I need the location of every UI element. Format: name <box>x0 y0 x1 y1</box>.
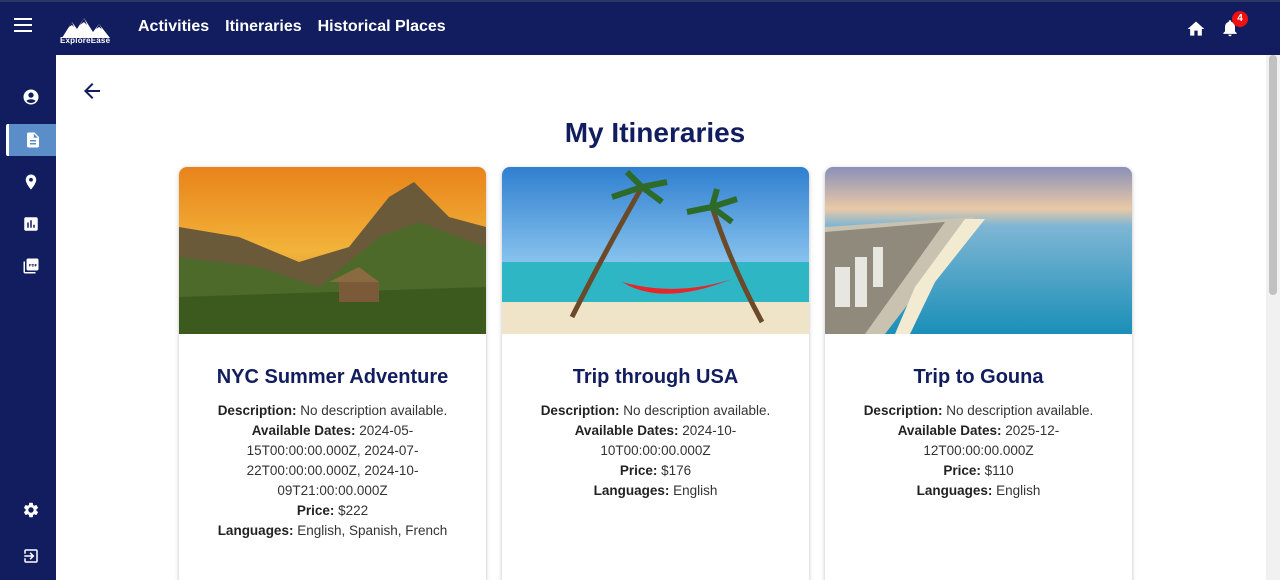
itinerary-image <box>179 167 486 334</box>
description-value: No description available. <box>300 403 448 418</box>
description-label: Description: <box>540 403 620 418</box>
itinerary-image <box>825 167 1132 334</box>
card-actions <box>179 575 486 580</box>
card-actions <box>825 575 1132 580</box>
itinerary-card[interactable]: Trip through USA Description: No descrip… <box>502 167 809 580</box>
nav-activities[interactable]: Activities <box>138 18 209 36</box>
description-label: Description: <box>863 403 943 418</box>
languages-value: English <box>673 483 718 498</box>
sidebar-item-profile[interactable] <box>6 81 56 113</box>
itinerary-card[interactable]: Trip to Gouna Description: No descriptio… <box>825 167 1132 580</box>
sidebar-item-itineraries[interactable] <box>6 124 56 156</box>
dates-label: Available Dates: <box>897 423 1002 438</box>
document-icon <box>26 132 39 148</box>
sidebar: PDF <box>0 55 56 580</box>
page-scrollbar[interactable] <box>1266 55 1280 580</box>
sidebar-item-reports[interactable] <box>6 208 56 240</box>
languages-label: Languages: <box>217 523 294 538</box>
description-label: Description: <box>217 403 297 418</box>
location-icon <box>25 174 37 190</box>
sidebar-item-logout[interactable] <box>6 540 56 572</box>
svg-text:PDF: PDF <box>29 263 38 267</box>
sidebar-item-pdf[interactable]: PDF <box>6 250 56 282</box>
chart-icon <box>24 217 38 231</box>
price-value: $176 <box>661 463 692 478</box>
itinerary-title: Trip to Gouna <box>913 366 1044 388</box>
sidebar-item-places[interactable] <box>6 166 56 198</box>
logo-text: ExploreEase <box>60 36 111 45</box>
dates-label: Available Dates: <box>251 423 356 438</box>
nav-historical-places[interactable]: Historical Places <box>318 18 446 36</box>
itinerary-image <box>502 167 809 334</box>
profile-icon <box>23 89 39 105</box>
description-value: No description available. <box>623 403 771 418</box>
top-nav: Activities Itineraries Historical Places <box>138 18 446 36</box>
languages-label: Languages: <box>916 483 993 498</box>
sidebar-item-settings[interactable] <box>6 494 56 526</box>
page-title: My Itineraries <box>564 117 746 148</box>
notification-count-badge: 4 <box>1232 11 1248 27</box>
scrollbar-thumb[interactable] <box>1269 55 1277 295</box>
itinerary-title: Trip through USA <box>572 366 739 388</box>
itinerary-card[interactable]: NYC Summer Adventure Description: No des… <box>179 167 486 580</box>
description-value: No description available. <box>946 403 1094 418</box>
itinerary-details: Description: No description available. A… <box>825 401 1132 501</box>
main-content: My Itineraries NYC Summer Adventure Desc… <box>56 55 1266 580</box>
price-label: Price: <box>296 503 335 518</box>
itinerary-details: Description: No description available. A… <box>179 401 486 541</box>
languages-label: Languages: <box>593 483 670 498</box>
settings-icon <box>23 502 39 518</box>
languages-value: English <box>996 483 1041 498</box>
menu-icon[interactable] <box>14 18 34 38</box>
price-value: $110 <box>984 463 1014 478</box>
price-label: Price: <box>619 463 658 478</box>
nav-itineraries[interactable]: Itineraries <box>225 18 301 36</box>
itinerary-title: NYC Summer Adventure <box>216 366 449 388</box>
logout-icon <box>24 549 38 563</box>
top-app-bar: ExploreEase Activities Itineraries Histo… <box>0 0 1280 55</box>
pdf-icon: PDF <box>23 258 39 274</box>
home-icon[interactable] <box>1186 19 1206 39</box>
card-actions <box>502 575 809 580</box>
dates-label: Available Dates: <box>574 423 679 438</box>
price-value: $222 <box>338 503 369 518</box>
back-arrow-icon[interactable] <box>80 79 104 103</box>
languages-value: English, Spanish, French <box>297 523 448 538</box>
price-label: Price: <box>943 463 981 478</box>
itinerary-details: Description: No description available. A… <box>502 401 809 501</box>
